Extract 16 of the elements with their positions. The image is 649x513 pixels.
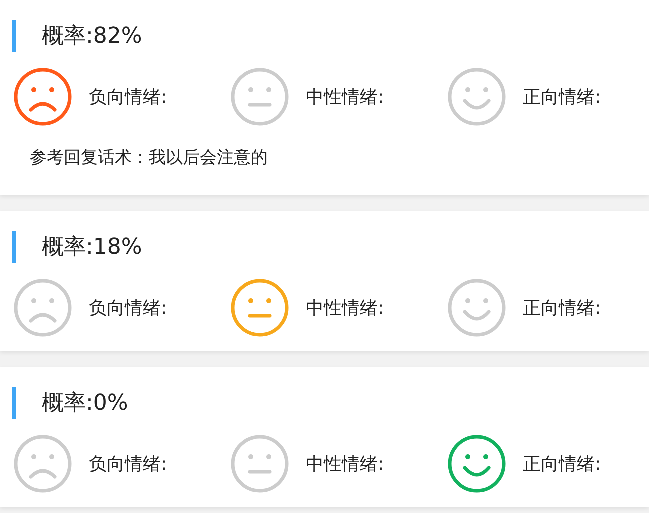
emotion-label: 正向情绪:	[523, 453, 602, 476]
probability-title: 概率:18%	[42, 234, 142, 262]
probability-title: 概率:0%	[42, 390, 128, 418]
emotion-label: 负向情绪:	[89, 86, 168, 109]
reply-text: 参考回复话术：我以后会注意的	[30, 147, 269, 169]
emotion-label: 中性情绪:	[306, 453, 384, 476]
emotion-label: 中性情绪:	[306, 86, 384, 109]
emotion-label: 负向情绪:	[89, 453, 168, 476]
emotion-label: 正向情绪:	[523, 86, 602, 109]
accent-bar	[12, 231, 16, 263]
emotion-label: 正向情绪:	[523, 297, 602, 320]
emotion-label: 负向情绪:	[89, 297, 168, 320]
accent-bar	[12, 387, 16, 419]
probability-title: 概率:82%	[42, 23, 142, 51]
accent-bar	[12, 20, 16, 52]
emotion-label: 中性情绪:	[306, 297, 384, 320]
